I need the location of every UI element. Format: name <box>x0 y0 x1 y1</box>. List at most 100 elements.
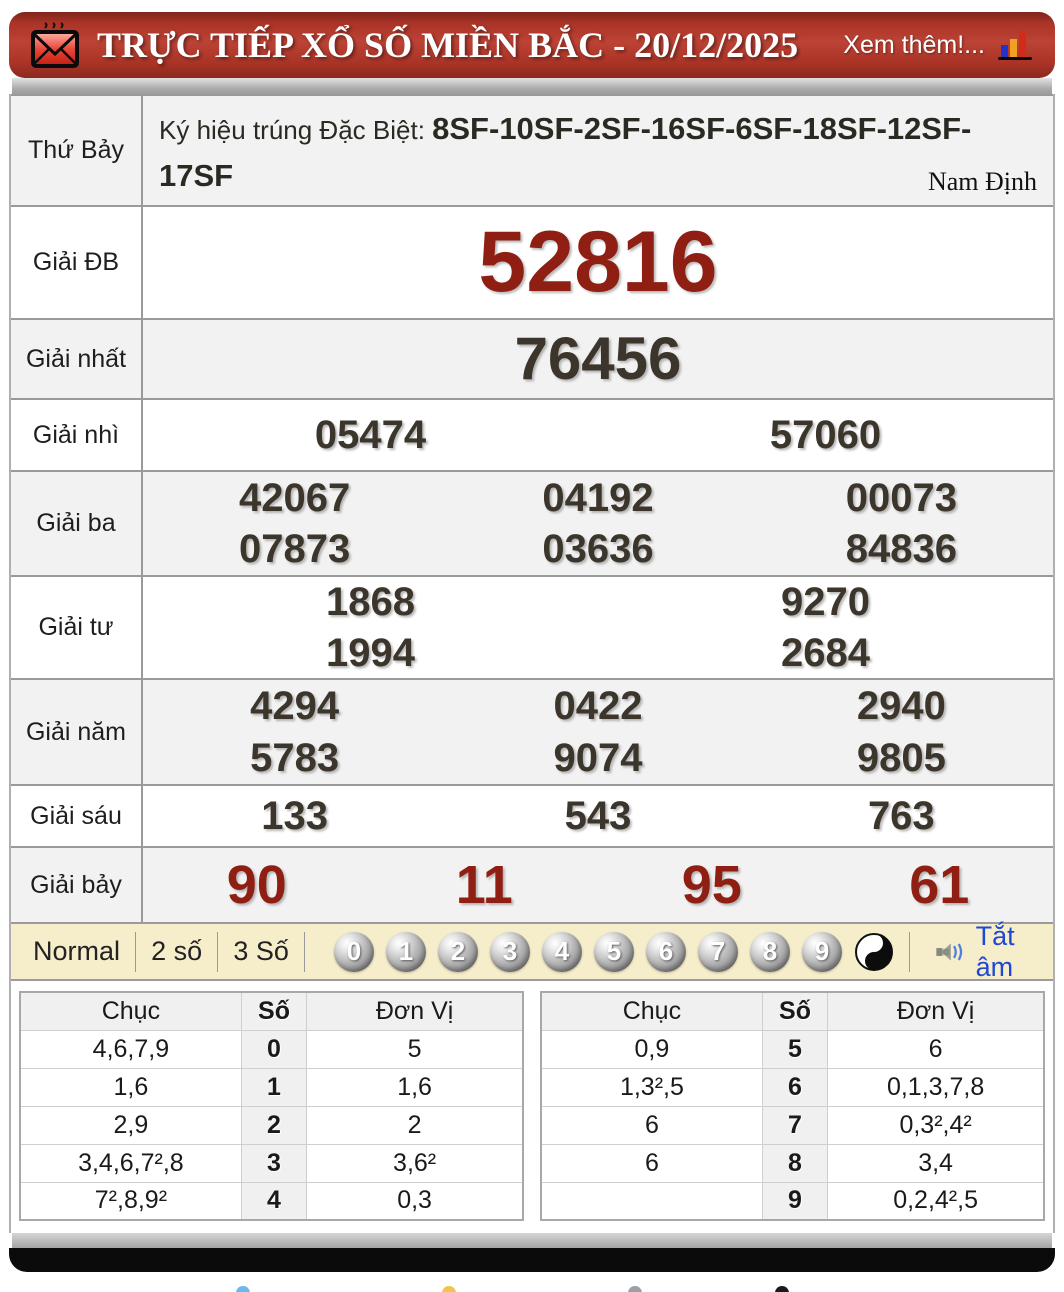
prize-number: 1994 <box>326 630 415 675</box>
tens-cell: 4,6,7,9 <box>19 1029 242 1069</box>
prize-number: 1868 <box>326 580 415 625</box>
mode-2so-button[interactable]: 2 số <box>151 936 202 967</box>
digit-ball-2[interactable]: 2 <box>437 931 478 972</box>
table-row: 1,6 1 1,6 <box>19 1067 524 1107</box>
prize-row-fourth: Giải tư 1868 9270 1994 2684 <box>11 575 1053 678</box>
prize-number: 03636 <box>542 527 654 572</box>
province-name: Nam Định <box>927 167 1037 196</box>
prize-number: 9805 <box>856 736 946 780</box>
prize-number: 95 <box>681 854 742 915</box>
prize-label: Giải sáu <box>11 786 143 846</box>
day-label: Thứ Bảy <box>11 96 143 205</box>
prize-label: Giải năm <box>11 680 143 784</box>
digit-cell: 9 <box>761 1181 829 1221</box>
tens-cell: 1,3²,5 <box>540 1067 763 1107</box>
digit-cell: 8 <box>761 1143 829 1183</box>
prize-row-first: Giải nhất 76456 <box>11 318 1053 398</box>
prize-number: 42067 <box>239 475 351 520</box>
prize-number: 763 <box>867 794 935 838</box>
prize-number: 9074 <box>553 736 643 780</box>
speaker-icon[interactable] <box>935 935 965 969</box>
prize-number: 11 <box>455 854 513 915</box>
tens-cell: 7²,8,9² <box>19 1181 242 1221</box>
digit-ball-0[interactable]: 0 <box>333 931 374 972</box>
prize-number: 5783 <box>250 736 340 780</box>
digit-ball-9[interactable]: 9 <box>801 931 842 972</box>
peek-dot <box>775 1286 789 1292</box>
digit-ball-1[interactable]: 1 <box>385 931 426 972</box>
stats-header-units: Đơn Vị <box>827 991 1045 1031</box>
prize-number: 52816 <box>478 214 718 311</box>
prize-label: Giải tư <box>11 577 143 678</box>
tens-cell <box>540 1181 763 1221</box>
tens-cell: 0,9 <box>540 1029 763 1069</box>
next-section-peek <box>0 1286 1064 1292</box>
units-cell: 0,3 <box>306 1181 524 1221</box>
prize-row-seventh: Giải bảy 90 11 95 61 <box>11 846 1053 922</box>
units-cell: 0,1,3,7,8 <box>827 1067 1045 1107</box>
stats-table-right: Chục Số Đơn Vị 0,9 5 6 1,3²,5 6 0,1,3,7,… <box>540 991 1045 1221</box>
prize-number: 133 <box>261 794 329 838</box>
results-panel: Thứ Bảy Ký hiệu trúng Đặc Biệt: 8SF-10SF… <box>9 94 1055 1233</box>
stats-table-left: Chục Số Đơn Vị 4,6,7,9 0 5 1,6 1 1,6 2,9… <box>19 991 524 1221</box>
peek-dot <box>236 1286 250 1292</box>
stats-header-tens: Chục <box>19 991 242 1031</box>
separator <box>303 931 305 972</box>
prize-number: 543 <box>564 794 632 838</box>
table-row: 7²,8,9² 4 0,3 <box>19 1181 524 1221</box>
units-cell: 3,4 <box>827 1143 1045 1183</box>
digit-ball-3[interactable]: 3 <box>489 931 530 972</box>
mute-control[interactable]: Tắt âm <box>894 921 1031 983</box>
prize-number: 9270 <box>781 580 870 625</box>
prize-row-second: Giải nhì 05474 57060 <box>11 398 1053 470</box>
table-row: 3,4,6,7²,8 3 3,6² <box>19 1143 524 1183</box>
prize-number: 04192 <box>542 475 654 520</box>
stats-header-digit: Số <box>761 991 829 1031</box>
tens-cell: 1,6 <box>19 1067 242 1107</box>
mute-button-label[interactable]: Tắt âm <box>976 921 1031 983</box>
prize-number: 4294 <box>250 684 340 728</box>
digit-cell: 3 <box>240 1143 308 1183</box>
digit-ball-7[interactable]: 7 <box>697 931 738 972</box>
prize-row-special: Giải ĐB 52816 <box>11 205 1053 318</box>
digit-cell: 4 <box>240 1181 308 1221</box>
page-title: TRỰC TIẾP XỔ SỐ MIỀN BẮC - 20/12/2025 <box>97 25 799 65</box>
prize-number: 57060 <box>769 413 882 457</box>
symbol-prefix: Ký hiệu trúng Đặc Biệt: <box>159 115 433 145</box>
tens-cell: 6 <box>540 1143 763 1183</box>
units-cell: 0,2,4²,5 <box>827 1181 1045 1221</box>
prize-number: 61 <box>909 854 970 915</box>
stats-header-tens: Chục <box>540 991 763 1031</box>
see-more-link[interactable]: Xem thêm!... <box>843 31 985 60</box>
digit-cell: 0 <box>240 1029 308 1069</box>
prize-row-sixth: Giải sáu 133 543 763 <box>11 784 1053 846</box>
prize-number: 76456 <box>514 325 682 392</box>
widget-footer-bar <box>9 1248 1055 1272</box>
prize-row-third: Giải ba 42067 04192 00073 07873 03636 84… <box>11 470 1053 575</box>
digit-ball-4[interactable]: 4 <box>541 931 582 972</box>
top-divider <box>12 78 1052 94</box>
tens-cell: 2,9 <box>19 1105 242 1145</box>
mode-normal-button[interactable]: Normal <box>33 936 120 967</box>
table-row: 6 8 3,4 <box>540 1143 1045 1183</box>
prize-number: 07873 <box>239 527 351 572</box>
digit-ball-8[interactable]: 8 <box>749 931 790 972</box>
header-bar: TRỰC TIẾP XỔ SỐ MIỀN BẮC - 20/12/2025 Xe… <box>9 12 1055 78</box>
digit-ball-6[interactable]: 6 <box>645 931 686 972</box>
bar-chart-icon[interactable] <box>995 25 1035 65</box>
yin-yang-icon[interactable] <box>854 932 894 972</box>
symbol-content: Ký hiệu trúng Đặc Biệt: 8SF-10SF-2SF-16S… <box>143 96 1053 205</box>
prize-label: Giải nhất <box>11 320 143 398</box>
prize-label: Giải ba <box>11 472 143 575</box>
digit-cell: 6 <box>761 1067 829 1107</box>
digit-ball-5[interactable]: 5 <box>593 931 634 972</box>
digit-cell: 1 <box>240 1067 308 1107</box>
units-cell: 3,6² <box>306 1143 524 1183</box>
prize-label: Giải ĐB <box>11 207 143 318</box>
digit-cell: 7 <box>761 1105 829 1145</box>
digit-cell: 5 <box>761 1029 829 1069</box>
prize-number: 2940 <box>856 684 946 728</box>
units-cell: 6 <box>827 1029 1045 1069</box>
digit-balls: 0 1 2 3 4 5 6 7 8 9 <box>333 931 894 972</box>
mode-3so-button[interactable]: 3 Số <box>233 936 289 967</box>
